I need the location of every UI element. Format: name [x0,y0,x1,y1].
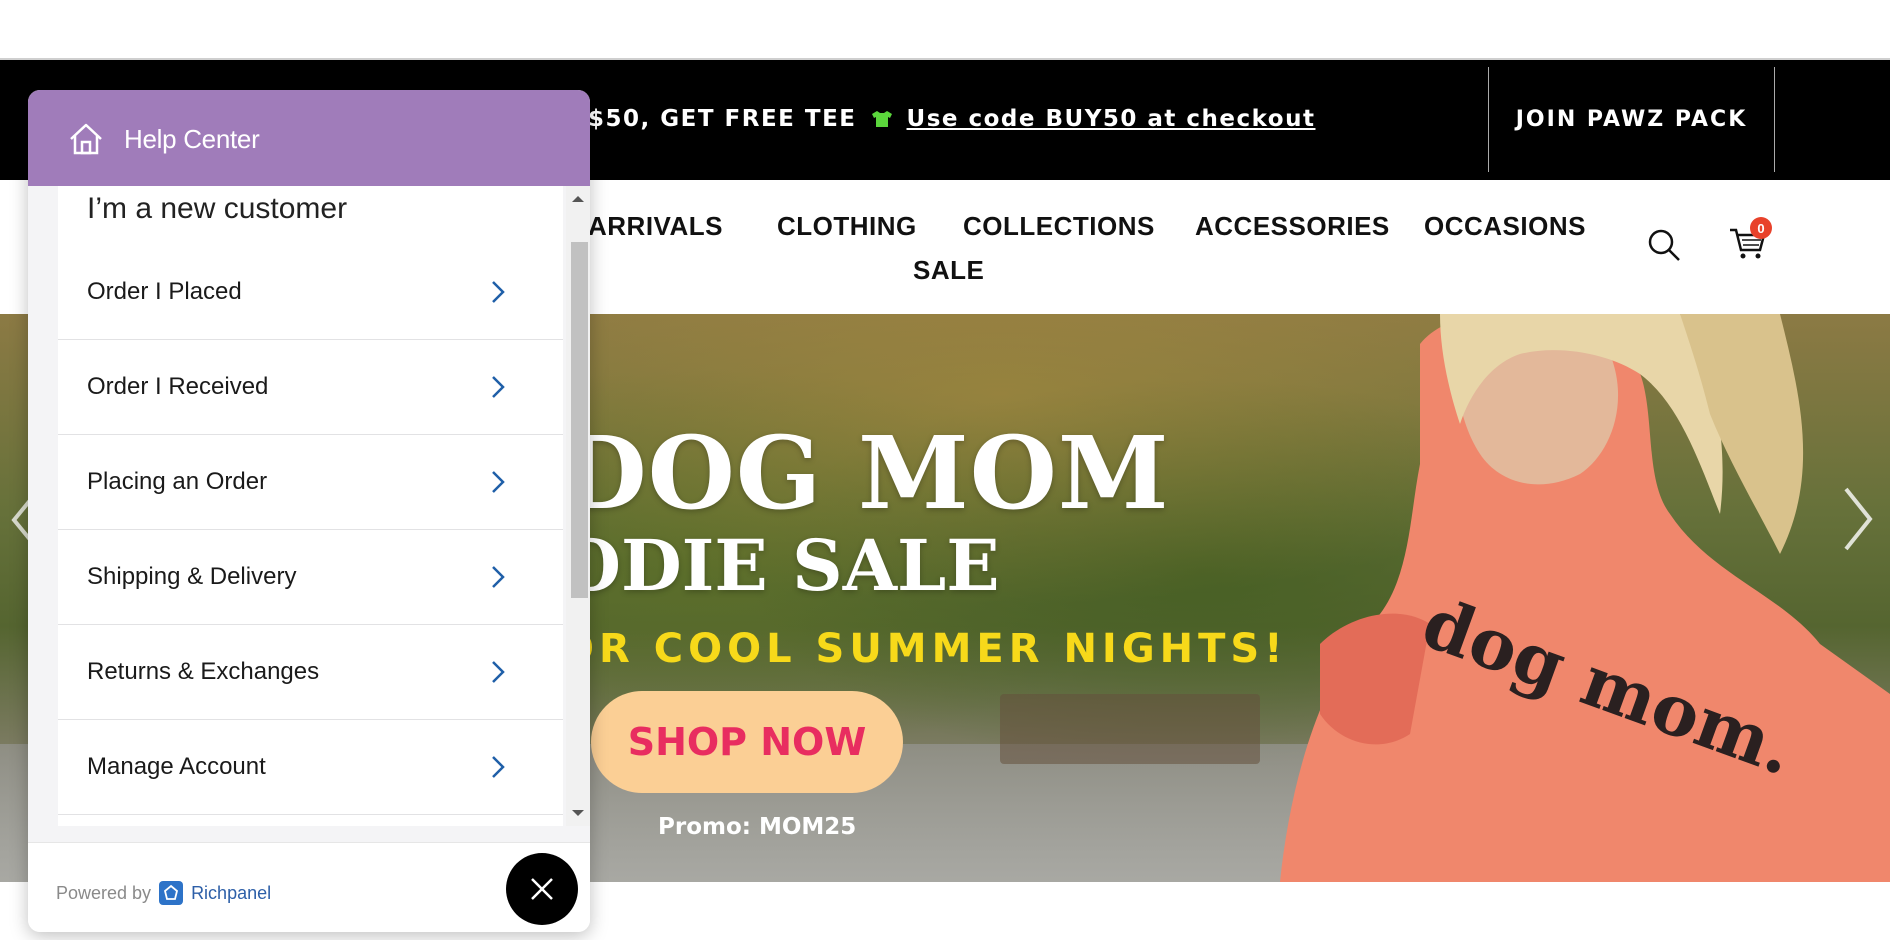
join-pawz-pack-button[interactable]: JOIN PAWZ PACK [1488,67,1775,172]
menu-item-label: Manage Account [87,753,266,780]
hero-title-line1: DOG MOM [560,414,1170,532]
hero-promo-code: Promo: MOM25 [658,814,857,840]
widget-header: Help Center [28,90,590,186]
menu-item-label: Placing an Order [87,468,268,495]
menu-item-label: Order I Received [87,373,269,400]
menu-item-order-received[interactable]: Order I Received [58,340,563,435]
nav-item-sale[interactable]: SALE [913,255,984,286]
chevron-right-icon [492,566,505,588]
menu-item-shipping-delivery[interactable]: Shipping & Delivery [58,530,563,625]
slide-next-icon[interactable] [1838,479,1878,559]
menu-item-returns-exchanges[interactable]: Returns & Exchanges [58,625,563,720]
menu-item-order-placed[interactable]: Order I Placed [58,245,563,340]
hero-background-bench [1000,694,1260,764]
shop-now-button[interactable]: SHOP NOW [591,691,903,793]
promo-code-link[interactable]: Use code BUY50 at checkout [907,106,1316,132]
hero-model-image: dog mom. [1280,314,1890,882]
powered-by[interactable]: Powered by Richpanel [56,881,271,905]
close-widget-button[interactable] [506,853,578,925]
chevron-right-icon [492,661,505,683]
nav-item-clothing[interactable]: CLOTHING [777,211,917,242]
section-heading: I’m a new customer [87,192,348,225]
tshirt-icon [871,111,892,127]
chevron-right-icon [492,281,505,303]
close-icon [531,878,553,900]
menu-item-manage-account[interactable]: Manage Account [58,720,563,815]
cart-count-badge: 0 [1750,217,1772,239]
menu-item-placing-order[interactable]: Placing an Order [58,435,563,530]
widget-scrollbar[interactable] [566,186,590,826]
chevron-right-icon [492,756,505,778]
scroll-thumb[interactable] [571,242,588,598]
browser-top-strip [0,0,1890,60]
nav-item-occasions[interactable]: OCCASIONS [1424,211,1586,242]
richpanel-logo-icon [159,881,184,905]
announcement-message: $50, GET FREE TEE Use code BUY50 at chec… [588,106,1315,132]
hero-title-line2: ODIE SALE [560,524,1000,607]
help-menu-list: Order I Placed Order I Received Placing … [58,245,563,815]
powered-by-label: Powered by [56,882,152,903]
nav-item-collections[interactable]: COLLECTIONS [963,211,1155,242]
page: $50, GET FREE TEE Use code BUY50 at chec… [0,0,1890,940]
scroll-up-icon[interactable] [566,192,590,206]
announcement-text: $50, GET FREE TEE [588,106,857,132]
home-icon[interactable] [68,122,104,156]
chevron-right-icon [492,376,505,398]
richpanel-brand: Richpanel [191,882,272,903]
scroll-down-icon[interactable] [566,806,590,820]
nav-item-accessories[interactable]: ACCESSORIES [1195,211,1390,242]
chevron-right-icon [492,471,505,493]
hero-subtitle: OR COOL SUMMER NIGHTS! [560,626,1288,672]
menu-item-label: Order I Placed [87,278,242,305]
search-icon[interactable] [1647,228,1681,262]
menu-item-label: Returns & Exchanges [87,658,320,685]
widget-title: Help Center [124,124,260,154]
nav-item-new-arrivals[interactable]: ARRIVALS [588,211,723,242]
menu-item-label: Shipping & Delivery [87,563,297,590]
